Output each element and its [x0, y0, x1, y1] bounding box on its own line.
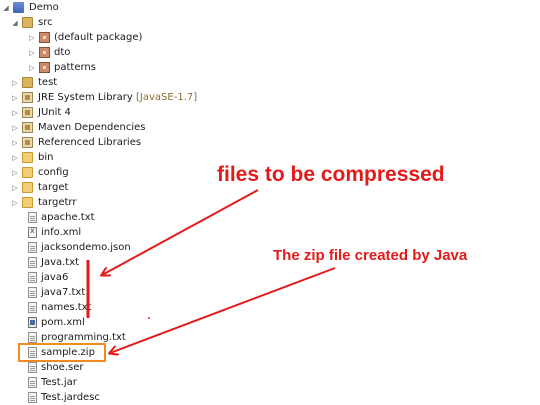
zip-arrow: [110, 267, 336, 353]
stray-dot: [148, 317, 150, 319]
compress-annotation: files to be compressed: [217, 163, 445, 186]
annotation-arrows: [86, 189, 336, 404]
compress-arrow: [102, 189, 259, 275]
zip-annotation: The zip file created by Java: [273, 247, 468, 264]
